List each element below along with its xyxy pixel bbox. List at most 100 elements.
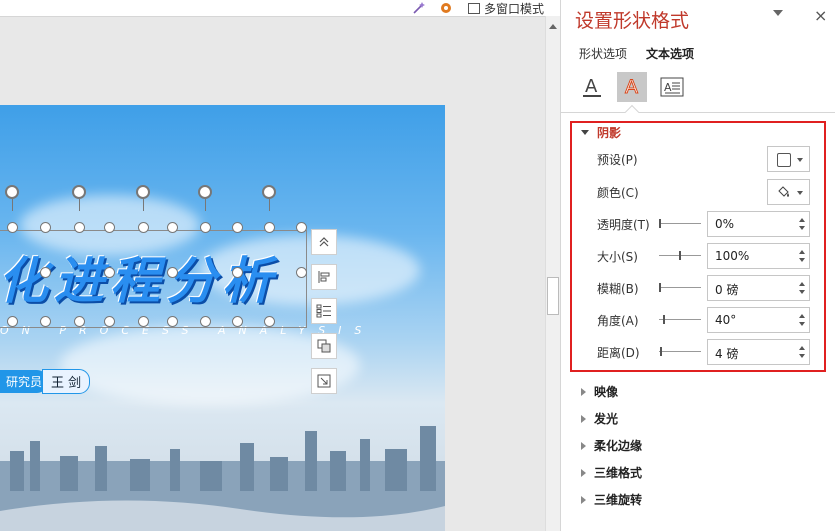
resize-handle[interactable] <box>40 267 51 278</box>
pane-title: 设置形状格式 <box>575 10 690 32</box>
spin-up-icon[interactable] <box>799 218 805 222</box>
resize-handle[interactable] <box>232 316 243 327</box>
preset-label: 预设(P) <box>597 153 638 167</box>
multi-window-mode-button[interactable]: 多窗口模式 <box>468 0 544 16</box>
layout-grid-icon[interactable] <box>311 298 337 324</box>
resize-handle[interactable] <box>167 267 178 278</box>
section-soft-edges-header[interactable]: 柔化边缘 <box>581 437 642 454</box>
resize-handle[interactable] <box>40 316 51 327</box>
resize-handle[interactable] <box>7 316 18 327</box>
resize-handle[interactable] <box>167 316 178 327</box>
spin-up-icon[interactable] <box>799 314 805 318</box>
section-shadow-header[interactable]: 阴影 <box>581 124 621 141</box>
author-badge[interactable]: 研究员 王 剑 <box>0 368 91 394</box>
transparency-value: 0% <box>715 217 735 231</box>
svg-text:A: A <box>585 76 598 97</box>
slider-knob[interactable] <box>659 219 661 228</box>
active-category-pointer <box>624 104 640 120</box>
spin-down-icon[interactable] <box>799 322 805 326</box>
slide-canvas-area[interactable]: 化进程分析 ON PROCESS ANALYSIS 研究员 王 剑 <box>0 0 545 531</box>
text-effects-icon[interactable]: A <box>617 72 647 102</box>
magic-wand-icon[interactable] <box>410 0 428 16</box>
tab-text-options[interactable]: 文本选项 <box>646 45 694 62</box>
shadow-blur-row: 模糊(B) 0 磅 <box>597 275 817 301</box>
multi-window-icon <box>468 2 480 14</box>
resize-handle[interactable] <box>74 222 85 233</box>
resize-handle[interactable] <box>200 222 211 233</box>
slider-knob[interactable] <box>660 347 662 356</box>
resize-handle[interactable] <box>104 222 115 233</box>
spin-down-icon[interactable] <box>799 354 805 358</box>
size-spinbox[interactable]: 100% <box>707 243 810 269</box>
resize-handle[interactable] <box>138 316 149 327</box>
text-box-layout-icon[interactable]: A <box>657 72 687 102</box>
resize-handle[interactable] <box>104 316 115 327</box>
arrange-order-icon[interactable] <box>311 333 337 359</box>
resize-handle[interactable] <box>264 316 275 327</box>
distance-slider[interactable] <box>659 347 701 356</box>
resize-handle[interactable] <box>40 222 51 233</box>
shadow-color-row: 颜色(C) <box>597 179 817 205</box>
rotate-handle-line <box>12 199 13 211</box>
section-glow-header[interactable]: 发光 <box>581 410 618 427</box>
angle-spinbox[interactable]: 40° <box>707 307 810 333</box>
section-3d-format-header[interactable]: 三维格式 <box>581 464 642 481</box>
slide[interactable]: 化进程分析 ON PROCESS ANALYSIS 研究员 王 剑 <box>0 105 445 531</box>
blur-spinbox[interactable]: 0 磅 <box>707 275 810 301</box>
shadow-angle-row: 角度(A) 40° <box>597 307 817 333</box>
spin-up-icon[interactable] <box>799 282 805 286</box>
collapse-up-icon[interactable] <box>311 229 337 255</box>
resize-handle[interactable] <box>232 222 243 233</box>
rotate-handle-line <box>269 199 270 211</box>
rotate-handle-icon[interactable] <box>262 185 276 199</box>
slider-knob[interactable] <box>663 315 665 324</box>
svg-text:A: A <box>664 81 672 94</box>
resize-handle[interactable] <box>264 222 275 233</box>
resize-handle[interactable] <box>296 267 307 278</box>
expand-caret-icon <box>581 441 586 450</box>
resize-handle[interactable] <box>232 267 243 278</box>
transparency-spinbox[interactable]: 0% <box>707 211 810 237</box>
distance-spinbox[interactable]: 4 磅 <box>707 339 810 365</box>
slider-knob[interactable] <box>659 283 661 292</box>
text-fill-outline-icon[interactable]: A <box>577 72 607 102</box>
spin-down-icon[interactable] <box>799 226 805 230</box>
rotate-handle-icon[interactable] <box>72 185 86 199</box>
resize-handle[interactable] <box>167 222 178 233</box>
spin-up-icon[interactable] <box>799 346 805 350</box>
spin-down-icon[interactable] <box>799 290 805 294</box>
close-icon[interactable]: × <box>814 6 827 25</box>
distance-value: 4 磅 <box>715 347 739 361</box>
slider-knob[interactable] <box>679 251 681 260</box>
selection-frame[interactable] <box>0 230 307 328</box>
resize-handle[interactable] <box>200 316 211 327</box>
resize-handle[interactable] <box>74 316 85 327</box>
resize-handle[interactable] <box>296 222 307 233</box>
resize-handle[interactable] <box>7 222 18 233</box>
transparency-slider[interactable] <box>659 219 701 228</box>
section-reflection-header[interactable]: 映像 <box>581 383 618 400</box>
spin-up-icon[interactable] <box>799 250 805 254</box>
resize-handle[interactable] <box>104 267 115 278</box>
align-icon[interactable] <box>311 264 337 290</box>
rotate-handle-icon[interactable] <box>136 185 150 199</box>
author-role: 研究员 <box>0 369 49 393</box>
rotate-handle-icon[interactable] <box>198 185 212 199</box>
resize-diagonal-icon[interactable] <box>311 368 337 394</box>
shadow-distance-row: 距离(D) 4 磅 <box>597 339 817 365</box>
angle-slider[interactable] <box>659 315 701 324</box>
gear-icon[interactable] <box>437 0 455 16</box>
tab-shape-options[interactable]: 形状选项 <box>579 45 627 62</box>
preset-picker[interactable] <box>767 146 810 172</box>
blur-slider[interactable] <box>659 283 701 292</box>
resize-handle[interactable] <box>138 222 149 233</box>
scrollbar-thumb[interactable] <box>547 277 559 315</box>
color-picker[interactable] <box>767 179 810 205</box>
pane-options-dropdown-icon[interactable] <box>773 10 783 16</box>
scroll-up-icon[interactable] <box>549 24 557 29</box>
spin-down-icon[interactable] <box>799 258 805 262</box>
size-slider[interactable] <box>659 251 701 260</box>
vertical-scrollbar[interactable] <box>545 16 561 531</box>
rotate-handle-icon[interactable] <box>5 185 19 199</box>
section-3d-rotation-header[interactable]: 三维旋转 <box>581 491 642 508</box>
